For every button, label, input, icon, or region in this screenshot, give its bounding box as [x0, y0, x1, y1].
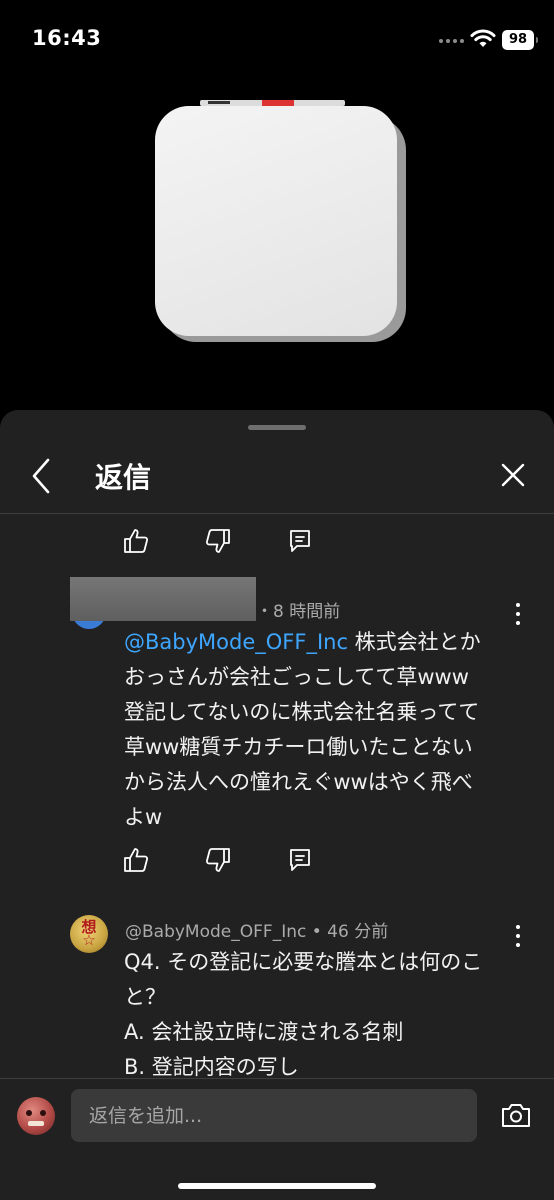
status-bar: 16:43 98	[0, 0, 554, 80]
wifi-icon	[470, 29, 496, 47]
reply-item: ・8 時間前 @BabyMode_OFF_Inc 株式会社とか おっさんが会社ご…	[70, 577, 540, 857]
reply-author[interactable]: @BabyMode_OFF_Inc	[125, 922, 306, 942]
comment-actions	[122, 527, 368, 555]
thumbs-down-icon[interactable]	[204, 527, 232, 555]
reply-comment-icon[interactable]	[286, 527, 314, 555]
reply-composer	[0, 1078, 554, 1200]
reply-timestamp: • 46 分前	[306, 922, 389, 942]
reply-timestamp: ・8 時間前	[256, 602, 341, 622]
reply-text: @BabyMode_OFF_Inc 株式会社とか おっさんが会社ごっこしてて草w…	[124, 630, 481, 829]
thumbs-down-icon[interactable]	[204, 846, 232, 874]
drag-handle[interactable]	[248, 425, 306, 430]
battery-indicator: 98	[502, 30, 538, 50]
avatar[interactable]: 想 ☆	[70, 915, 108, 953]
back-chevron-icon[interactable]	[26, 456, 56, 496]
avatar	[17, 1097, 55, 1135]
home-indicator	[178, 1183, 376, 1189]
video-player[interactable]	[0, 80, 554, 410]
cellular-signal-icon	[439, 39, 464, 43]
reply-comment-icon[interactable]	[286, 846, 314, 874]
reply-text: Q4. その登記に必要な謄本とは何のこ と？ A. 会社設立時に渡される名刺 B…	[124, 950, 483, 1077]
reply-item: 想 ☆ @BabyMode_OFF_Inc • 46 分前 Q4. その登記に必要…	[70, 915, 540, 1077]
close-icon[interactable]	[496, 458, 530, 492]
product-box-image	[155, 106, 397, 336]
camera-icon[interactable]	[500, 1101, 532, 1129]
thumbs-up-icon[interactable]	[122, 846, 150, 874]
replies-list[interactable]: ・8 時間前 @BabyMode_OFF_Inc 株式会社とか おっさんが会社ご…	[0, 515, 554, 1077]
reply-input[interactable]	[71, 1089, 477, 1142]
thumbs-up-icon[interactable]	[122, 527, 150, 555]
mention-link[interactable]: @BabyMode_OFF_Inc	[124, 630, 348, 654]
reply-actions	[122, 846, 368, 874]
sheet-header: 返信	[0, 436, 554, 514]
status-time: 16:43	[32, 26, 102, 50]
sheet-title: 返信	[95, 461, 152, 494]
redacted-username	[70, 577, 256, 621]
reply-header: @BabyMode_OFF_Inc • 46 分前	[125, 917, 388, 942]
